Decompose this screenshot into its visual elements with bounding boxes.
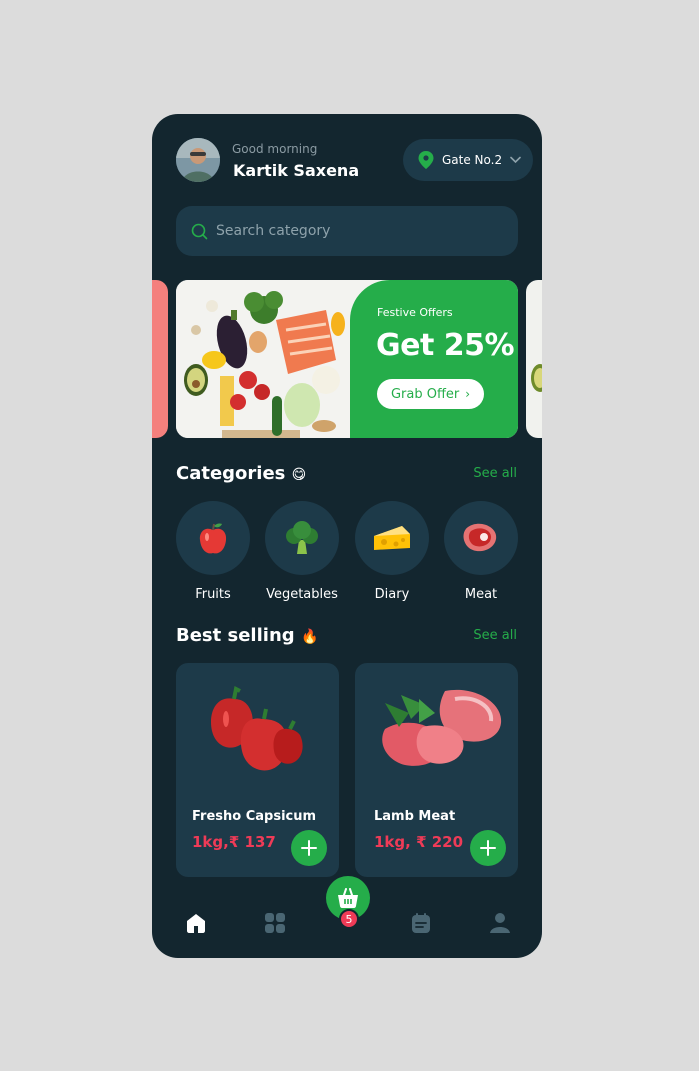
best-selling-see-all-link[interactable]: See all — [473, 628, 517, 643]
add-to-cart-button[interactable] — [470, 830, 506, 866]
chevron-right-icon: › — [465, 387, 471, 401]
app-screen: Good morning Kartik Saxena Gate No.2 Sea… — [152, 114, 542, 958]
category-meat-circle — [444, 501, 518, 575]
location-selector[interactable]: Gate No.2 — [403, 139, 533, 181]
category-fruits[interactable]: Fruits — [176, 501, 250, 602]
calendar-icon[interactable] — [410, 912, 432, 934]
product-price: 1kg,₹ 137 — [192, 833, 276, 851]
apple-icon — [199, 523, 227, 554]
promo-banner[interactable]: Festive Offers Get 25% Grab Offer › — [176, 280, 518, 438]
grab-offer-button[interactable]: Grab Offer › — [377, 379, 484, 409]
categories-see-all-link[interactable]: See all — [473, 466, 517, 481]
capsicum-image — [210, 686, 303, 771]
cheese-icon — [374, 526, 410, 550]
category-diary-circle — [355, 501, 429, 575]
category-label: Meat — [464, 587, 498, 602]
user-name: Kartik Saxena — [233, 161, 360, 180]
location-pin-icon — [418, 151, 434, 169]
product-name: Lamb Meat — [374, 809, 456, 824]
meat-icon — [463, 523, 497, 552]
fire-emoji-icon: 🔥 — [300, 629, 319, 645]
product-name: Fresho Capsicum — [192, 809, 317, 824]
search-bar[interactable] — [176, 206, 518, 256]
grab-offer-label: Grab Offer — [390, 386, 460, 402]
category-diary[interactable]: Diary — [355, 501, 429, 602]
categories-title: Categories — [176, 463, 286, 484]
category-vegetables-circle — [265, 501, 339, 575]
groceries-illustration — [176, 280, 366, 438]
promo-eyebrow: Festive Offers — [377, 306, 453, 319]
plus-icon — [301, 840, 317, 856]
grid-icon[interactable] — [264, 912, 286, 934]
home-icon[interactable] — [185, 912, 207, 934]
broccoli-icon — [286, 521, 318, 554]
location-label: Gate No.2 — [442, 153, 503, 167]
best-selling-title: Best selling — [176, 625, 295, 646]
category-label: Vegetables — [266, 587, 338, 602]
category-meat[interactable]: Meat — [444, 501, 518, 602]
categories-heading: Categories 😋 — [176, 463, 306, 484]
chevron-down-icon — [510, 156, 521, 164]
cart-count-badge: 5 — [339, 909, 359, 929]
carousel-next-slide[interactable] — [526, 280, 542, 438]
category-fruits-circle — [176, 501, 250, 575]
plus-icon — [480, 840, 496, 856]
search-icon — [191, 223, 208, 239]
product-price: 1kg, ₹ 220 — [374, 833, 464, 851]
product-card[interactable]: Fresho Capsicum 1kg,₹ 137 — [176, 663, 339, 877]
lamb-meat-image — [382, 689, 502, 766]
greeting-text: Good morning — [232, 142, 318, 156]
promo-title: Get 25% — [376, 328, 515, 363]
cart-icon — [338, 888, 358, 908]
category-label: Fruits — [195, 587, 231, 602]
profile-icon[interactable] — [489, 912, 511, 934]
category-label: Diary — [374, 587, 410, 602]
best-selling-heading: Best selling 🔥 — [176, 625, 318, 646]
search-input[interactable] — [214, 222, 498, 240]
product-card[interactable]: Lamb Meat 1kg, ₹ 220 — [355, 663, 518, 877]
promo-panel: Festive Offers Get 25% Grab Offer › — [350, 280, 518, 438]
carousel-prev-slide[interactable] — [152, 280, 168, 438]
yum-emoji-icon: 😋 — [291, 467, 307, 483]
add-to-cart-button[interactable] — [291, 830, 327, 866]
avatar[interactable] — [176, 138, 220, 182]
category-vegetables[interactable]: Vegetables — [265, 501, 339, 602]
